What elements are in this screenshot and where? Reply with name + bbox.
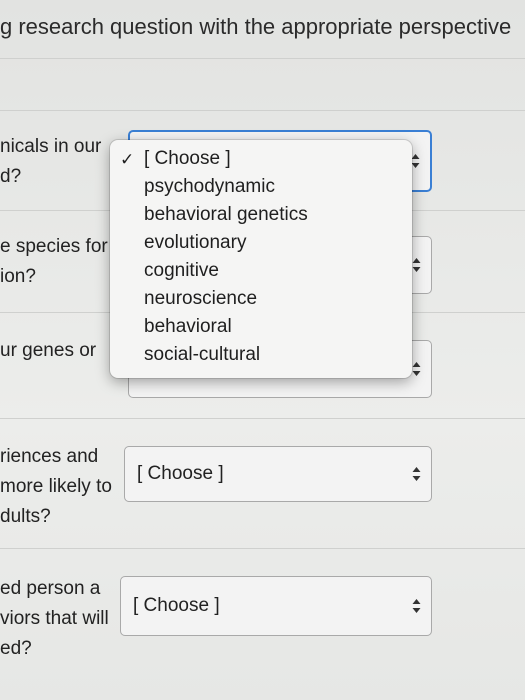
- question-2-text: e species for ion?: [0, 232, 108, 292]
- up-down-arrows-icon: [412, 258, 421, 272]
- dropdown-option-choose[interactable]: [ Choose ]: [144, 148, 231, 170]
- question-4-text: riences and more likely to dults?: [0, 442, 112, 532]
- select-value: [ Choose ]: [137, 463, 224, 484]
- question-line: ur genes or: [0, 340, 97, 361]
- dropdown-option-behavioral[interactable]: behavioral: [144, 316, 232, 338]
- quiz-page: g research question with the appropriate…: [0, 0, 525, 700]
- question-line: d?: [0, 166, 22, 187]
- up-down-arrows-icon: [412, 599, 421, 613]
- answer-select-4[interactable]: [ Choose ]: [124, 446, 432, 502]
- perspective-dropdown-menu: ✓ [ Choose ] psychodynamic behavioral ge…: [110, 140, 412, 378]
- question-5-text: ed person a viors that will ed?: [0, 574, 109, 664]
- question-instruction: g research question with the appropriate…: [0, 14, 512, 39]
- divider: [0, 548, 525, 549]
- up-down-arrows-icon: [412, 362, 421, 376]
- question-line: ion?: [0, 266, 36, 287]
- dropdown-option-evolutionary[interactable]: evolutionary: [144, 232, 246, 254]
- question-line: nicals in our: [0, 136, 102, 157]
- checkmark-icon: ✓: [120, 150, 135, 169]
- select-value: [ Choose ]: [133, 595, 220, 616]
- dropdown-option-psychodynamic[interactable]: psychodynamic: [144, 176, 275, 198]
- divider: [0, 58, 525, 59]
- up-down-arrows-icon: [412, 467, 421, 481]
- dropdown-option-neuroscience[interactable]: neuroscience: [144, 288, 257, 310]
- dropdown-option-social-cultural[interactable]: social-cultural: [144, 344, 260, 366]
- question-3-text: ur genes or: [0, 336, 96, 366]
- question-line: more likely to: [0, 476, 112, 497]
- question-line: viors that will: [0, 608, 109, 629]
- dropdown-option-behavioral-genetics[interactable]: behavioral genetics: [144, 204, 308, 226]
- divider: [0, 418, 525, 419]
- question-1-text: nicals in our d?: [0, 132, 101, 192]
- question-line: e species for: [0, 236, 108, 257]
- answer-select-5[interactable]: [ Choose ]: [120, 576, 432, 636]
- question-line: ed?: [0, 638, 32, 659]
- dropdown-option-cognitive[interactable]: cognitive: [144, 260, 219, 282]
- divider: [0, 110, 525, 111]
- question-line: ed person a: [0, 578, 101, 599]
- question-line: dults?: [0, 506, 51, 527]
- up-down-arrows-icon: [411, 154, 420, 168]
- question-line: riences and: [0, 446, 99, 467]
